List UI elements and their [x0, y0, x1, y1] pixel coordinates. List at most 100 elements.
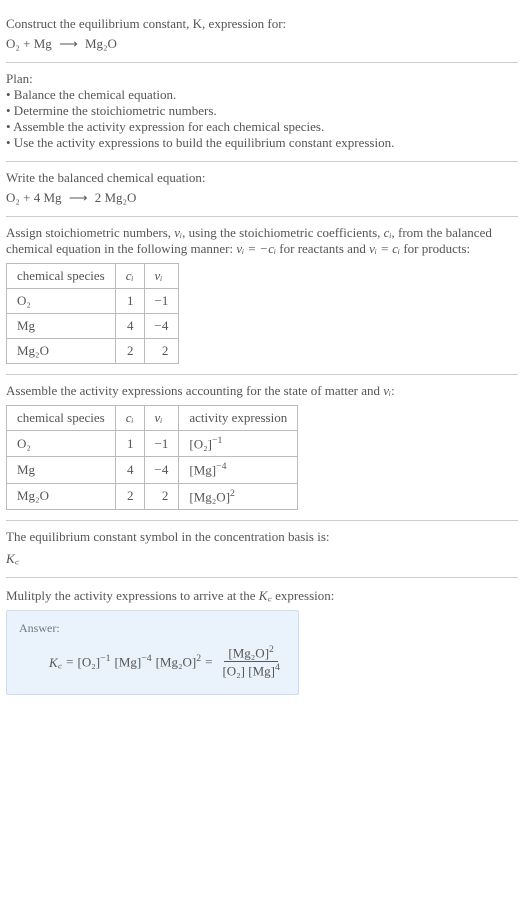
reaction-lhs: O₂ + Mg [6, 36, 52, 51]
balanced-heading: Write the balanced chemical equation: [6, 170, 518, 186]
text: Assemble the activity expressions accoun… [6, 383, 383, 398]
balanced-equation: O₂ + 4 Mg ⟶ 2 Mg₂O [6, 190, 518, 206]
intro-section: Construct the equilibrium constant, K, e… [6, 8, 518, 63]
base: [Mg₂O] [189, 489, 230, 504]
species-cell: Mg₂O [7, 483, 116, 509]
reaction-rhs: Mg₂O [85, 36, 117, 51]
nu-cell: −1 [144, 431, 179, 457]
species-cell: Mg₂O [7, 339, 116, 364]
activity-cell: [Mg₂O]2 [179, 483, 298, 509]
answer-box: Answer: K꜀ = [O₂]−1 [Mg]−4 [Mg₂O]2 = [Mg… [6, 610, 299, 695]
col-header: chemical species [7, 406, 116, 431]
table-row: Mg 4 −4 [Mg]−4 [7, 457, 298, 483]
nu-cell: 2 [144, 339, 179, 364]
answer-equation: K꜀ = [O₂]−1 [Mg]−4 [Mg₂O]2 = [Mg₂O]2 [O₂… [49, 644, 286, 680]
col-header: νᵢ [144, 264, 179, 289]
text: expression: [272, 588, 334, 603]
col-header: cᵢ [115, 264, 144, 289]
table-row: Mg₂O 2 2 [7, 339, 179, 364]
nu-cell: −4 [144, 314, 179, 339]
species-cell: O₂ [7, 431, 116, 457]
activity-cell: [O₂]−1 [179, 431, 298, 457]
base: [Mg] [189, 463, 216, 478]
fraction: [Mg₂O]2 [O₂] [Mg]4 [218, 644, 283, 680]
text: Mulitply the activity expressions to arr… [6, 588, 259, 603]
exponent: −4 [141, 653, 151, 664]
ci-cell: 2 [115, 483, 144, 509]
exponent: 4 [275, 662, 280, 673]
plan-bullet: • Assemble the activity expression for e… [6, 119, 518, 135]
nu-symbol: νᵢ [383, 383, 391, 398]
term: [O₂]−1 [78, 653, 111, 670]
table-header-row: chemical species cᵢ νᵢ activity expressi… [7, 406, 298, 431]
equals: = [205, 654, 212, 670]
base: [O₂] [78, 654, 101, 669]
base: [O₂] [222, 664, 245, 679]
ci-symbol: cᵢ [384, 225, 392, 240]
stoich-table: chemical species cᵢ νᵢ O₂ 1 −1 Mg 4 −4 M… [6, 263, 179, 364]
ci-cell: 1 [115, 431, 144, 457]
ci-cell: 4 [115, 457, 144, 483]
numerator: [Mg₂O]2 [224, 644, 278, 662]
balanced-rhs: 2 Mg₂O [95, 190, 137, 205]
balanced-lhs: O₂ + 4 Mg [6, 190, 62, 205]
species-cell: Mg [7, 314, 116, 339]
multiply-heading: Mulitply the activity expressions to arr… [6, 586, 518, 604]
equals: = [66, 654, 73, 670]
base: [Mg] [114, 654, 141, 669]
stoich-section: Assign stoichiometric numbers, νᵢ, using… [6, 217, 518, 375]
base: [Mg₂O] [228, 645, 269, 660]
kc-symbol: K꜀ [49, 653, 62, 671]
base: [O₂] [189, 436, 212, 451]
col-header: activity expression [179, 406, 298, 431]
exponent: 2 [269, 644, 274, 655]
kc-symbol-heading: The equilibrium constant symbol in the c… [6, 529, 518, 545]
nu-cell: −1 [144, 289, 179, 314]
plan-section: Plan: • Balance the chemical equation. •… [6, 63, 518, 162]
activity-section: Assemble the activity expressions accoun… [6, 375, 518, 521]
col-header: νᵢ [144, 406, 179, 431]
plan-bullet: • Balance the chemical equation. [6, 87, 518, 103]
plan-heading: Plan: [6, 71, 518, 87]
arrow-icon: ⟶ [69, 190, 88, 206]
ci-cell: 4 [115, 314, 144, 339]
activity-cell: [Mg]−4 [179, 457, 298, 483]
exponent: −1 [100, 653, 110, 664]
relation: νᵢ = −cᵢ [236, 241, 276, 256]
kc-symbol: K꜀ [6, 549, 518, 567]
exponent: −1 [212, 435, 222, 446]
table-header-row: chemical species cᵢ νᵢ [7, 264, 179, 289]
exponent: 2 [196, 653, 201, 664]
stoich-text: Assign stoichiometric numbers, νᵢ, using… [6, 225, 518, 257]
answer-label: Answer: [19, 621, 286, 636]
intro-line: Construct the equilibrium constant, K, e… [6, 16, 518, 32]
plan-bullet: • Use the activity expressions to build … [6, 135, 518, 151]
kc-symbol: K꜀ [259, 588, 272, 603]
text: : [391, 383, 395, 398]
intro-reaction: O₂ + Mg ⟶ Mg₂O [6, 36, 518, 52]
exponent: 2 [230, 488, 235, 499]
table-row: Mg₂O 2 2 [Mg₂O]2 [7, 483, 298, 509]
nu-cell: 2 [144, 483, 179, 509]
activity-table: chemical species cᵢ νᵢ activity expressi… [6, 405, 298, 510]
text: Assign stoichiometric numbers, [6, 225, 174, 240]
plan-bullet: • Determine the stoichiometric numbers. [6, 103, 518, 119]
text: for products: [400, 241, 470, 256]
arrow-icon: ⟶ [59, 36, 78, 52]
kc-symbol-section: The equilibrium constant symbol in the c… [6, 521, 518, 578]
nu-symbol: νᵢ [174, 225, 182, 240]
nu-cell: −4 [144, 457, 179, 483]
balanced-section: Write the balanced chemical equation: O₂… [6, 162, 518, 217]
term: [Mg₂O]2 [156, 653, 202, 670]
col-header: cᵢ [115, 406, 144, 431]
ci-cell: 2 [115, 339, 144, 364]
activity-heading: Assemble the activity expressions accoun… [6, 383, 518, 399]
multiply-section: Mulitply the activity expressions to arr… [6, 578, 518, 699]
species-cell: O₂ [7, 289, 116, 314]
intro-text: Construct the equilibrium constant, K, e… [6, 16, 286, 31]
table-row: O₂ 1 −1 [7, 289, 179, 314]
species-cell: Mg [7, 457, 116, 483]
col-header: chemical species [7, 264, 116, 289]
term: [Mg]−4 [114, 653, 151, 670]
exponent: −4 [216, 461, 226, 472]
